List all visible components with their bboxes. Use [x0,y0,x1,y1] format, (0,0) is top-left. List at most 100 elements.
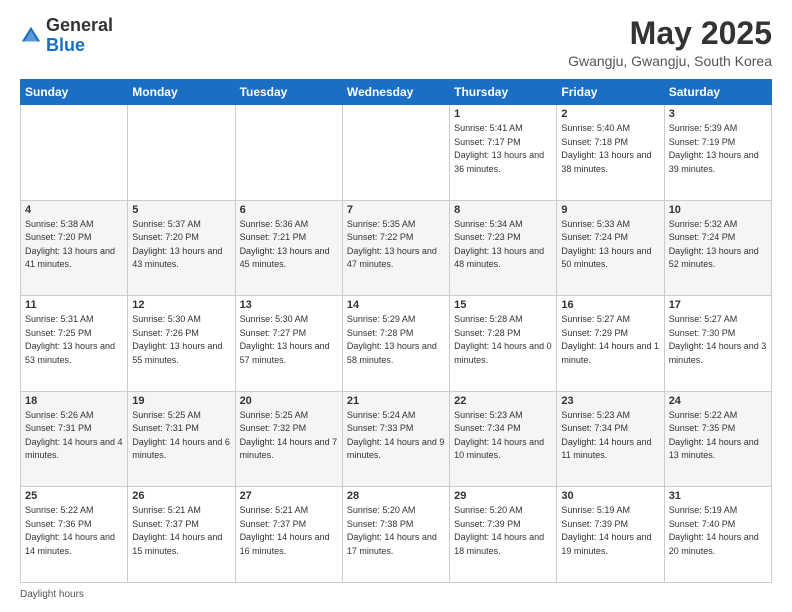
day-number: 13 [240,299,338,311]
day-cell-15: 15 Sunrise: 5:28 AMSunset: 7:28 PMDayligh… [450,296,557,392]
day-info: Sunrise: 5:36 AMSunset: 7:21 PMDaylight:… [240,218,338,272]
day-cell-16: 16 Sunrise: 5:27 AMSunset: 7:29 PMDayligh… [557,296,664,392]
day-info: Sunrise: 5:30 AMSunset: 7:26 PMDaylight:… [132,313,230,367]
day-number: 11 [25,299,123,311]
day-info: Sunrise: 5:19 AMSunset: 7:40 PMDaylight:… [669,504,767,558]
day-number: 5 [132,204,230,216]
day-cell-empty-0 [21,105,128,201]
day-cell-8: 8 Sunrise: 5:34 AMSunset: 7:23 PMDaylight… [450,200,557,296]
day-cell-28: 28 Sunrise: 5:20 AMSunset: 7:38 PMDayligh… [342,487,449,583]
day-info: Sunrise: 5:35 AMSunset: 7:22 PMDaylight:… [347,218,445,272]
day-info: Sunrise: 5:33 AMSunset: 7:24 PMDaylight:… [561,218,659,272]
day-number: 19 [132,395,230,407]
day-number: 16 [561,299,659,311]
day-cell-4: 4 Sunrise: 5:38 AMSunset: 7:20 PMDaylight… [21,200,128,296]
day-info: Sunrise: 5:29 AMSunset: 7:28 PMDaylight:… [347,313,445,367]
day-info: Sunrise: 5:39 AMSunset: 7:19 PMDaylight:… [669,122,767,176]
col-header-sunday: Sunday [21,80,128,105]
col-header-friday: Friday [557,80,664,105]
day-info: Sunrise: 5:22 AMSunset: 7:35 PMDaylight:… [669,409,767,463]
day-cell-23: 23 Sunrise: 5:23 AMSunset: 7:34 PMDayligh… [557,391,664,487]
day-number: 20 [240,395,338,407]
day-info: Sunrise: 5:31 AMSunset: 7:25 PMDaylight:… [25,313,123,367]
day-info: Sunrise: 5:41 AMSunset: 7:17 PMDaylight:… [454,122,552,176]
day-number: 10 [669,204,767,216]
day-info: Sunrise: 5:23 AMSunset: 7:34 PMDaylight:… [561,409,659,463]
day-info: Sunrise: 5:23 AMSunset: 7:34 PMDaylight:… [454,409,552,463]
day-cell-22: 22 Sunrise: 5:23 AMSunset: 7:34 PMDayligh… [450,391,557,487]
day-cell-25: 25Sunrise: 5:22 AMSunset: 7:36 PMDayligh… [21,487,128,583]
day-cell-14: 14 Sunrise: 5:29 AMSunset: 7:28 PMDayligh… [342,296,449,392]
day-info: Sunrise: 5:21 AMSunset: 7:37 PMDaylight:… [132,504,230,558]
day-info: Sunrise: 5:28 AMSunset: 7:28 PMDaylight:… [454,313,552,367]
subtitle: Gwangju, Gwangju, South Korea [568,53,772,69]
day-number: 21 [347,395,445,407]
day-info: Sunrise: 5:21 AMSunset: 7:37 PMDaylight:… [240,504,338,558]
day-cell-12: 12Sunrise: 5:30 AMSunset: 7:26 PMDayligh… [128,296,235,392]
day-number: 25 [25,490,123,502]
main-title: May 2025 [568,16,772,51]
day-cell-29: 29 Sunrise: 5:20 AMSunset: 7:39 PMDayligh… [450,487,557,583]
logo-blue: Blue [46,35,85,55]
week-row-5: 25Sunrise: 5:22 AMSunset: 7:36 PMDayligh… [21,487,772,583]
col-header-tuesday: Tuesday [235,80,342,105]
day-cell-empty-1 [128,105,235,201]
day-number: 4 [25,204,123,216]
day-cell-empty-2 [235,105,342,201]
day-number: 7 [347,204,445,216]
day-cell-27: 27 Sunrise: 5:21 AMSunset: 7:37 PMDayligh… [235,487,342,583]
title-block: May 2025 Gwangju, Gwangju, South Korea [568,16,772,69]
day-cell-19: 19 Sunrise: 5:25 AMSunset: 7:31 PMDayligh… [128,391,235,487]
day-info: Sunrise: 5:30 AMSunset: 7:27 PMDaylight:… [240,313,338,367]
day-cell-13: 13 Sunrise: 5:30 AMSunset: 7:27 PMDayligh… [235,296,342,392]
day-number: 22 [454,395,552,407]
day-cell-7: 7 Sunrise: 5:35 AMSunset: 7:22 PMDaylight… [342,200,449,296]
day-number: 2 [561,108,659,120]
day-info: Sunrise: 5:34 AMSunset: 7:23 PMDaylight:… [454,218,552,272]
day-info: Sunrise: 5:19 AMSunset: 7:39 PMDaylight:… [561,504,659,558]
day-number: 9 [561,204,659,216]
day-cell-11: 11 Sunrise: 5:31 AMSunset: 7:25 PMDayligh… [21,296,128,392]
day-number: 6 [240,204,338,216]
day-info: Sunrise: 5:24 AMSunset: 7:33 PMDaylight:… [347,409,445,463]
day-number: 8 [454,204,552,216]
day-info: Sunrise: 5:20 AMSunset: 7:39 PMDaylight:… [454,504,552,558]
day-number: 27 [240,490,338,502]
week-row-4: 18 Sunrise: 5:26 AMSunset: 7:31 PMDayligh… [21,391,772,487]
day-number: 14 [347,299,445,311]
logo-general: General [46,15,113,35]
day-cell-6: 6 Sunrise: 5:36 AMSunset: 7:21 PMDaylight… [235,200,342,296]
day-info: Sunrise: 5:27 AMSunset: 7:30 PMDaylight:… [669,313,767,367]
day-info: Sunrise: 5:26 AMSunset: 7:31 PMDaylight:… [25,409,123,463]
col-header-wednesday: Wednesday [342,80,449,105]
day-cell-20: 20Sunrise: 5:25 AMSunset: 7:32 PMDayligh… [235,391,342,487]
day-info: Sunrise: 5:38 AMSunset: 7:20 PMDaylight:… [25,218,123,272]
day-info: Sunrise: 5:20 AMSunset: 7:38 PMDaylight:… [347,504,445,558]
day-info: Sunrise: 5:40 AMSunset: 7:18 PMDaylight:… [561,122,659,176]
day-number: 18 [25,395,123,407]
day-cell-10: 10Sunrise: 5:32 AMSunset: 7:24 PMDayligh… [664,200,771,296]
day-cell-31: 31Sunrise: 5:19 AMSunset: 7:40 PMDayligh… [664,487,771,583]
day-number: 23 [561,395,659,407]
calendar-header: SundayMondayTuesdayWednesdayThursdayFrid… [21,80,772,105]
logo-icon [20,25,42,47]
day-number: 30 [561,490,659,502]
page: General Blue May 2025 Gwangju, Gwangju, … [0,0,792,612]
calendar-table: SundayMondayTuesdayWednesdayThursdayFrid… [20,79,772,583]
day-number: 17 [669,299,767,311]
week-row-1: 1 Sunrise: 5:41 AMSunset: 7:17 PMDaylight… [21,105,772,201]
day-number: 15 [454,299,552,311]
calendar-body: 1 Sunrise: 5:41 AMSunset: 7:17 PMDaylight… [21,105,772,583]
day-cell-1: 1 Sunrise: 5:41 AMSunset: 7:17 PMDaylight… [450,105,557,201]
col-header-monday: Monday [128,80,235,105]
day-cell-3: 3Sunrise: 5:39 AMSunset: 7:19 PMDaylight… [664,105,771,201]
day-number: 28 [347,490,445,502]
col-header-thursday: Thursday [450,80,557,105]
header-row: SundayMondayTuesdayWednesdayThursdayFrid… [21,80,772,105]
day-info: Sunrise: 5:25 AMSunset: 7:31 PMDaylight:… [132,409,230,463]
day-info: Sunrise: 5:27 AMSunset: 7:29 PMDaylight:… [561,313,659,367]
day-number: 1 [454,108,552,120]
day-number: 29 [454,490,552,502]
week-row-3: 11 Sunrise: 5:31 AMSunset: 7:25 PMDayligh… [21,296,772,392]
logo-text: General Blue [46,16,113,56]
